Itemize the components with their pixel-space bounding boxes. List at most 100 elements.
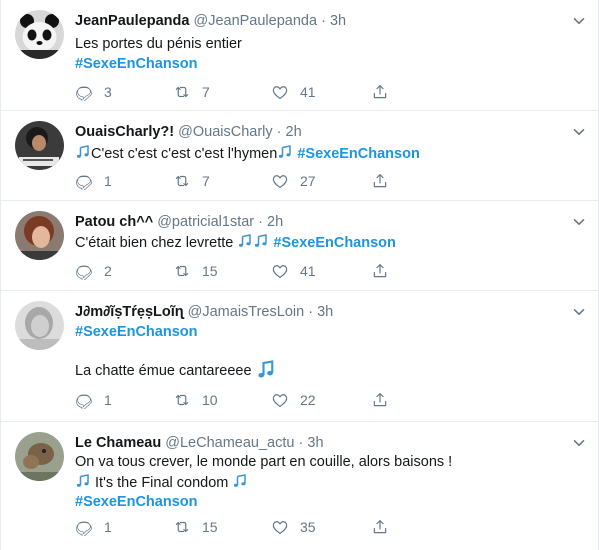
tweet-line: C'est c'est c'est c'est l'hymen (91, 146, 278, 162)
tweet[interactable]: OuaisCharly?! @OuaisCharly · 2h C'est c'… (1, 111, 598, 201)
hashtag-link[interactable]: #SexeEnChanson (297, 146, 420, 162)
tweet-line: Les portes du pénis entier (75, 36, 242, 52)
tweet[interactable]: Le Chameau @LeChameau_actu · 3h On va to… (1, 422, 598, 550)
music-note-icon (237, 233, 253, 249)
chevron-down-icon[interactable] (572, 14, 586, 28)
avatar[interactable] (15, 211, 64, 260)
display-name[interactable]: OuaisCharly?! (75, 124, 174, 140)
reply-icon (75, 172, 93, 190)
tweet[interactable]: J∂m∂ĩṣTŕẹṣLоĩɳ @JamaisTresLoin · 3h #Sex… (1, 291, 598, 422)
reply-count: 1 (104, 392, 112, 408)
retweet-button[interactable]: 15 (173, 261, 218, 281)
tweet-actions: 1 15 35 (75, 517, 395, 537)
like-count: 22 (300, 392, 316, 408)
reply-icon (75, 262, 93, 280)
heart-icon (271, 391, 289, 409)
username[interactable]: @patricial1star (157, 214, 254, 230)
heart-icon (271, 518, 289, 536)
share-button[interactable] (371, 517, 389, 537)
timestamp[interactable]: 3h (307, 435, 323, 451)
retweet-count: 10 (202, 392, 218, 408)
share-button[interactable] (371, 261, 389, 281)
chevron-down-icon[interactable] (572, 436, 586, 450)
tweet-feed: JeanPaulepanda @JeanPaulepanda · 3h Les … (0, 0, 599, 550)
retweet-count: 15 (202, 263, 218, 279)
like-button[interactable]: 41 (271, 82, 316, 102)
username[interactable]: @JamaisTresLoin (188, 304, 305, 320)
retweet-icon (173, 391, 191, 409)
chevron-down-icon[interactable] (572, 215, 586, 229)
avatar[interactable] (15, 432, 64, 481)
chevron-down-icon[interactable] (572, 305, 586, 319)
tweet-header: J∂m∂ĩṣTŕẹṣLоĩɳ @JamaisTresLoin · 3h (75, 303, 333, 322)
retweet-icon (173, 262, 191, 280)
reply-button[interactable]: 1 (75, 171, 112, 191)
like-count: 41 (300, 263, 316, 279)
share-icon (371, 83, 389, 101)
tweet-text: Les portes du pénis entier #SexeEnChanso… (75, 35, 242, 74)
avatar[interactable] (15, 301, 64, 350)
reply-count: 2 (104, 263, 112, 279)
timestamp[interactable]: 2h (286, 124, 302, 140)
tweet-actions: 1 10 22 (75, 390, 395, 410)
retweet-count: 7 (202, 84, 210, 100)
retweet-count: 7 (202, 173, 210, 189)
retweet-count: 15 (202, 519, 218, 535)
tweet-text: On va tous crever, le monde part en coui… (75, 453, 452, 513)
username[interactable]: @OuaisCharly (178, 124, 273, 140)
hashtag-link[interactable]: #SexeEnChanson (75, 55, 242, 75)
music-note-icon (75, 144, 91, 160)
tweet-text: C'était bien chez levrette #SexeEnChanso… (75, 233, 396, 254)
reply-button[interactable]: 3 (75, 82, 112, 102)
share-button[interactable] (371, 390, 389, 410)
tweet-actions: 2 15 41 (75, 261, 395, 281)
reply-count: 1 (104, 173, 112, 189)
tweet-actions: 3 7 41 (75, 82, 395, 102)
share-button[interactable] (371, 171, 389, 191)
display-name[interactable]: J∂m∂ĩṣTŕẹṣLоĩɳ (75, 304, 184, 320)
timestamp[interactable]: 2h (267, 214, 283, 230)
heart-icon (271, 262, 289, 280)
reply-button[interactable]: 1 (75, 517, 112, 537)
display-name[interactable]: Patou ch^^ (75, 214, 153, 230)
tweet[interactable]: Patou ch^^ @patricial1star · 2h C'était … (1, 201, 598, 291)
username[interactable]: @JeanPaulepanda (193, 13, 317, 29)
separator: · (276, 124, 282, 140)
retweet-button[interactable]: 7 (173, 82, 210, 102)
tweet-text: C'est c'est c'est c'est l'hymen #SexeEnC… (75, 144, 420, 165)
tweet-line: C'était bien chez levrette (75, 235, 234, 251)
like-count: 35 (300, 519, 316, 535)
avatar[interactable] (15, 121, 64, 170)
share-button[interactable] (371, 82, 389, 102)
chevron-down-icon[interactable] (572, 125, 586, 139)
tweet-line: On va tous crever, le monde part en coui… (75, 454, 453, 470)
like-button[interactable]: 35 (271, 517, 316, 537)
tweet[interactable]: JeanPaulepanda @JeanPaulepanda · 3h Les … (1, 0, 598, 111)
timestamp[interactable]: 3h (330, 13, 346, 29)
display-name[interactable]: Le Chameau (75, 435, 161, 451)
share-icon (371, 172, 389, 190)
like-button[interactable]: 22 (271, 390, 316, 410)
hashtag-link[interactable]: #SexeEnChanson (273, 235, 396, 251)
retweet-button[interactable]: 15 (173, 517, 218, 537)
display-name[interactable]: JeanPaulepanda (75, 13, 189, 29)
share-icon (371, 391, 389, 409)
like-button[interactable]: 27 (271, 171, 316, 191)
reply-button[interactable]: 2 (75, 261, 112, 281)
music-note-icon (256, 359, 276, 379)
retweet-button[interactable]: 7 (173, 171, 210, 191)
avatar[interactable] (15, 10, 64, 59)
hashtag-link[interactable]: #SexeEnChanson (75, 493, 452, 513)
like-button[interactable]: 41 (271, 261, 316, 281)
retweet-button[interactable]: 10 (173, 390, 218, 410)
hashtag-link[interactable]: #SexeEnChanson (75, 323, 276, 343)
reply-button[interactable]: 1 (75, 390, 112, 410)
share-icon (371, 262, 389, 280)
tweet-line: La chatte émue cantareeee (75, 362, 252, 379)
username[interactable]: @LeChameau_actu (165, 435, 294, 451)
timestamp[interactable]: 3h (317, 304, 333, 320)
music-note-icon (253, 233, 269, 249)
tweet-line: It's the Final condom (95, 474, 229, 491)
reply-count: 1 (104, 519, 112, 535)
tweet-actions: 1 7 27 (75, 171, 395, 191)
